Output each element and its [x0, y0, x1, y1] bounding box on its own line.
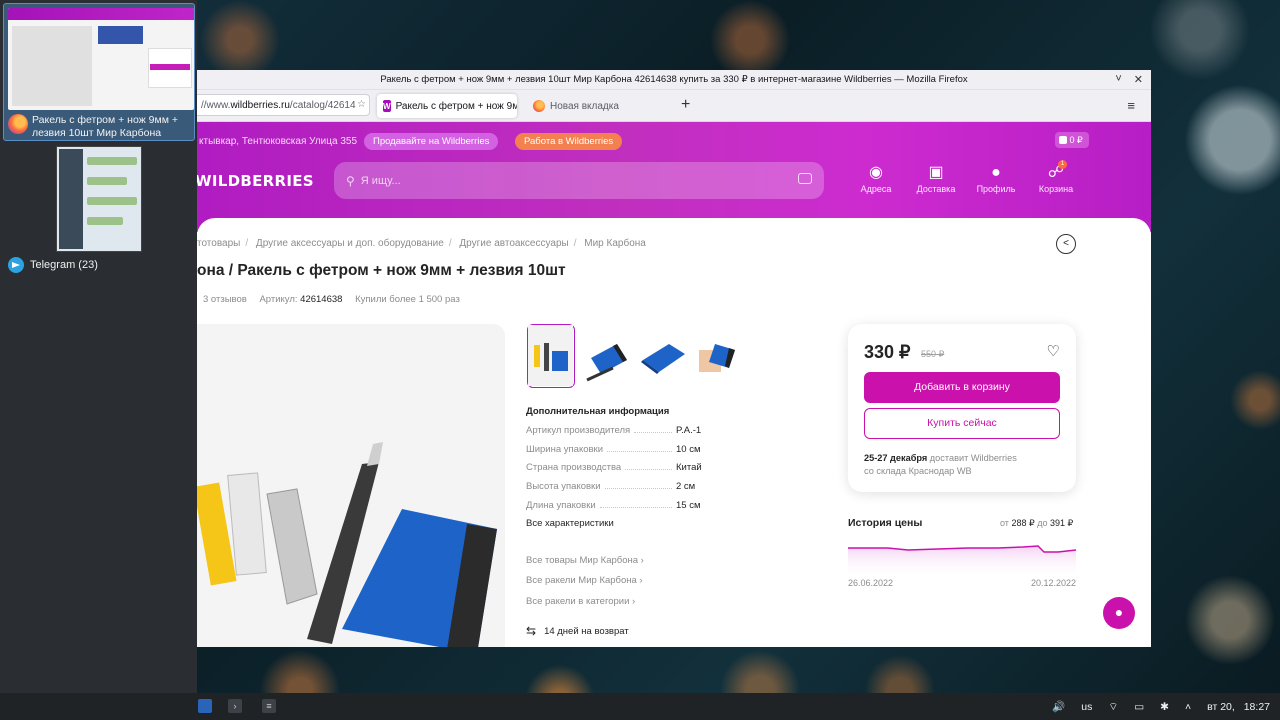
tab-bar: //www.wildberries.ru/catalog/42614 ☆ W Р…	[197, 90, 1151, 122]
add-to-cart-button[interactable]: Добавить в корзину	[864, 372, 1060, 403]
bought-count: Купили более 1 500 раз	[355, 294, 460, 305]
share-icon[interactable]: <	[1056, 234, 1076, 254]
product-title: она / Ракель с фетром + нож 9мм + лезвия…	[197, 262, 566, 279]
chat-bubble-icon: ●	[1114, 604, 1124, 620]
all-brand-squeegees-link[interactable]: Все ракели Мир Карбона ›	[526, 575, 643, 586]
breadcrumb: тотовары / Другие аксессуары и доп. обору…	[197, 238, 646, 249]
window-list-icon[interactable]: ≡	[262, 699, 276, 713]
breadcrumb-item[interactable]: Другие аксессуары и доп. оборудование	[256, 238, 444, 249]
search-input[interactable]: ⚲ Я ищу...	[334, 162, 824, 199]
sell-on-wb-button[interactable]: Продавайте на Wildberries	[364, 133, 499, 150]
minimize-button[interactable]: ˅	[1115, 73, 1121, 86]
work-at-wb-button[interactable]: Работа в Wildberries	[515, 133, 623, 150]
currency-selector[interactable]: 0 ₽	[1055, 132, 1089, 148]
spec-row: Ширина упаковки 10 см	[526, 444, 701, 455]
terminal-icon[interactable]: ›	[228, 699, 242, 713]
firefox-window: Ракель с фетром + нож 9мм + лезвия 10шт …	[197, 70, 1151, 647]
bluetooth-icon[interactable]: ✱	[1160, 701, 1169, 713]
new-tab-button[interactable]: +	[681, 96, 690, 114]
current-price: 330 ₽	[864, 342, 911, 362]
firefox-favicon-icon	[533, 100, 545, 112]
old-price: 550 ₽	[921, 349, 945, 359]
telegram-window-label[interactable]: Telegram (23)	[8, 257, 98, 273]
hamburger-menu-icon[interactable]: ≡	[1127, 98, 1135, 113]
thumbnail-image[interactable]	[639, 324, 687, 388]
volume-icon[interactable]: 🔊	[1052, 700, 1065, 713]
price-card: 330 ₽ 550 ₽ ♡ Добавить в корзину Купить …	[848, 324, 1076, 492]
telegram-window-thumbnail[interactable]	[56, 146, 142, 252]
window-title: Ракель с фетром + нож 9мм + лезвия 10шт …	[380, 74, 968, 85]
camera-icon[interactable]	[798, 173, 812, 184]
nav-delivery[interactable]: ▣ Доставка	[915, 162, 957, 194]
site-header: ктывкар, Тентюковская Улица 355 Продавай…	[197, 122, 1151, 232]
app-launcher-icon[interactable]	[198, 699, 212, 713]
history-end-date: 20.12.2022	[1031, 578, 1077, 588]
firefox-preview-image	[8, 8, 194, 110]
product-page: тотовары / Другие аксессуары и доп. обору…	[197, 218, 1151, 647]
clipboard-icon[interactable]: ▭	[1134, 701, 1144, 713]
breadcrumb-item[interactable]: тотовары	[197, 238, 240, 249]
system-tray: 🔊 us ⌔ ▭ ✱ ˄ вт 20, 18:27	[1052, 693, 1270, 720]
box-icon: ▣	[928, 164, 944, 181]
keyboard-layout[interactable]: us	[1081, 701, 1092, 713]
window-switcher-panel: Ракель с фетром + нож 9мм + лезвия 10шт …	[0, 0, 197, 700]
thumbnail-image[interactable]	[583, 324, 631, 388]
return-policy[interactable]: ⇆ 14 дней на возврат	[526, 624, 629, 638]
thumbnail-image[interactable]	[695, 324, 743, 388]
delivery-city[interactable]: ктывкар, Тентюковская Улица 355	[199, 136, 357, 147]
all-brand-goods-link[interactable]: Все товары Мир Карбона ›	[526, 555, 644, 566]
tray-expand-icon[interactable]: ˄	[1185, 701, 1191, 713]
product-main-image[interactable]	[197, 324, 505, 647]
search-icon: ⚲	[346, 173, 355, 188]
spec-row: Артикул производителя P.A.-1	[526, 425, 702, 436]
wildberries-favicon-icon: W	[383, 100, 391, 112]
tab-new[interactable]: Новая вкладка	[527, 94, 667, 118]
thumbnail-image[interactable]	[527, 324, 575, 388]
window-titlebar: Ракель с фетром + нож 9мм + лезвия 10шт …	[197, 70, 1151, 90]
chat-button[interactable]: ●	[1103, 597, 1135, 629]
tab-wildberries[interactable]: W Ракель с фетром + нож 9м	[377, 94, 517, 118]
price-history-range: от 288 ₽ до 391 ₽	[1000, 518, 1074, 528]
wildberries-logo[interactable]: WILDBERRIES	[197, 172, 314, 190]
reviews-link[interactable]: 3 отзывов	[203, 294, 247, 305]
price-history-chart	[848, 545, 1076, 578]
close-button[interactable]: ✕	[1134, 73, 1143, 86]
nav-profile[interactable]: ● Профиль	[975, 162, 1017, 194]
user-icon: ●	[991, 164, 1001, 181]
favorite-heart-icon[interactable]: ♡	[1047, 342, 1060, 360]
url-bar[interactable]: //www.wildberries.ru/catalog/42614 ☆	[197, 94, 370, 116]
breadcrumb-item[interactable]: Другие автоаксессуары	[459, 238, 568, 249]
breadcrumb-item[interactable]: Мир Карбона	[584, 238, 646, 249]
firefox-window-label: Ракель с фетром + нож 9мм + лезвия 10шт …	[8, 114, 194, 140]
bookmark-star-icon[interactable]: ☆	[357, 99, 366, 110]
image-thumbnails	[527, 324, 743, 388]
firefox-window-thumbnail[interactable]: Ракель с фетром + нож 9мм + лезвия 10шт …	[3, 3, 195, 141]
nav-addresses[interactable]: ◉ Адреса	[855, 162, 897, 194]
spec-row: Высота упаковки 2 см	[526, 481, 696, 492]
buy-now-button[interactable]: Купить сейчас	[864, 408, 1060, 439]
taskbar: › ≡ 🔊 us ⌔ ▭ ✱ ˄ вт 20, 18:27	[0, 693, 1280, 720]
all-characteristics-link[interactable]: Все характеристики	[526, 518, 614, 529]
clock[interactable]: вт 20, 18:27	[1207, 701, 1270, 713]
wifi-icon[interactable]: ⌔	[1108, 700, 1118, 714]
telegram-icon	[8, 257, 24, 273]
ruble-icon	[1059, 136, 1067, 144]
spec-row: Длина упаковки 15 см	[526, 500, 701, 511]
delivery-info: 25-27 декабря доставит Wildberries со ск…	[864, 453, 1017, 476]
cart-icon: ☍	[1047, 164, 1065, 181]
all-category-squeegees-link[interactable]: Все ракели в категории ›	[526, 596, 635, 607]
article-number: 42614638	[300, 294, 343, 305]
spec-row: Страна производства Китай	[526, 462, 702, 473]
price-history-title: История цены	[848, 517, 923, 529]
nav-cart[interactable]: ☍ 1 Корзина	[1035, 160, 1077, 194]
history-start-date: 26.06.2022	[848, 578, 894, 588]
additional-info-heading: Дополнительная информация	[526, 406, 670, 417]
location-pin-icon: ◉	[869, 164, 883, 181]
return-arrows-icon: ⇆	[526, 624, 537, 638]
firefox-icon	[8, 114, 28, 134]
cart-badge: 1	[1058, 160, 1067, 169]
product-meta: 3 отзывов Артикул: 42614638 Купили более…	[203, 294, 460, 305]
